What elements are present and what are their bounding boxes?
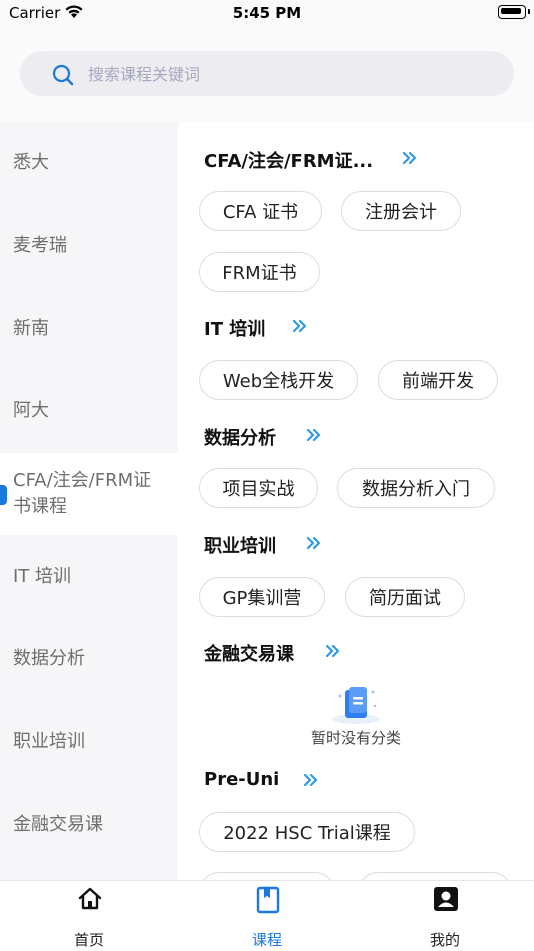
battery-tip [528, 9, 530, 14]
double-chevron-right-icon[interactable] [303, 772, 319, 788]
course-chip[interactable]: CFA 证书 [199, 191, 322, 231]
sidebar-item-adelaide[interactable]: 阿大 [0, 370, 178, 452]
sidebar-item-label: 阿大 [13, 400, 49, 421]
tab-profile[interactable]: 我的 [356, 881, 534, 951]
sidebar-item-finance-trading[interactable]: 金融交易课 [0, 784, 178, 866]
home-icon [78, 887, 102, 910]
sidebar-item-career[interactable]: 职业培训 [0, 701, 178, 783]
course-chip[interactable]: 注册会计 [341, 191, 461, 231]
course-chip-partial[interactable] [199, 872, 335, 880]
course-chip[interactable]: 2022 HSC Trial课程 [199, 812, 415, 852]
category-title[interactable]: 职业培训 [204, 532, 276, 558]
course-chip[interactable]: 数据分析入门 [337, 468, 495, 508]
course-chip[interactable]: 前端开发 [378, 360, 498, 400]
sidebar-item-label: 麦考瑞 [13, 235, 67, 256]
double-chevron-right-icon[interactable] [292, 318, 308, 334]
category-title[interactable]: 数据分析 [204, 424, 276, 450]
course-chip[interactable]: 简历面试 [345, 577, 465, 617]
sidebar-item-cfa[interactable]: CFA/注会/FRM证书课程 [0, 453, 178, 535]
course-chip[interactable]: 项目实战 [199, 468, 318, 508]
course-chip[interactable]: FRM证书 [199, 252, 320, 292]
category-title[interactable]: Pre-Uni [204, 769, 279, 790]
search-box[interactable] [20, 51, 514, 98]
double-chevron-right-icon[interactable] [306, 427, 322, 443]
category-content: CFA/注会/FRM证... CFA 证书 注册会计 FRM证书 IT 培训 W… [178, 122, 534, 880]
tab-courses[interactable]: 课程 [178, 881, 356, 951]
category-sidebar: 悉大 麦考瑞 新南 阿大 CFA/注会/FRM证书课程 IT 培训 数据分析 职… [0, 122, 178, 880]
course-chip-partial[interactable] [358, 872, 512, 880]
category-title[interactable]: CFA/注会/FRM证... [204, 147, 373, 173]
profile-icon [434, 887, 458, 911]
double-chevron-right-icon[interactable] [402, 150, 418, 166]
sidebar-item-usyd[interactable]: 悉大 [0, 122, 178, 204]
double-chevron-right-icon[interactable] [325, 643, 341, 659]
category-title[interactable]: IT 培训 [204, 315, 265, 341]
search-input[interactable] [86, 51, 490, 98]
battery-icon [498, 5, 526, 19]
category-title[interactable]: 金融交易课 [204, 640, 294, 666]
empty-book-icon [332, 687, 380, 724]
search-icon [52, 64, 74, 86]
sidebar-item-label: 悉大 [13, 152, 49, 173]
sidebar-item-data-analysis[interactable]: 数据分析 [0, 618, 178, 700]
tab-label: 课程 [251, 931, 282, 949]
sidebar-item-macquarie[interactable]: 麦考瑞 [0, 205, 178, 287]
active-indicator [0, 485, 7, 505]
sidebar-item-label: 职业培训 [13, 731, 85, 752]
clock: 5:45 PM [232, 4, 302, 22]
book-icon [256, 886, 280, 914]
empty-state-text: 暂时没有分类 [310, 729, 401, 747]
sidebar-item-it[interactable]: IT 培训 [0, 536, 178, 618]
tab-home[interactable]: 首页 [0, 881, 178, 951]
sidebar-item-label: 金融交易课 [13, 814, 103, 835]
sidebar-item-label: 数据分析 [13, 648, 85, 669]
tab-bar: 首页 课程 我的 [0, 880, 534, 951]
double-chevron-right-icon[interactable] [306, 535, 322, 551]
search-area [0, 26, 534, 122]
status-bar: Carrier 5:45 PM [0, 0, 534, 26]
sidebar-item-label: CFA/注会/FRM证书课程 [13, 470, 152, 517]
sidebar-item-label: IT 培训 [13, 566, 72, 587]
course-chip[interactable]: GP集训营 [199, 577, 325, 617]
tab-label: 首页 [73, 931, 104, 949]
tab-label: 我的 [429, 931, 460, 949]
sidebar-item-unsw[interactable]: 新南 [0, 288, 178, 370]
sidebar-item-label: 新南 [13, 318, 49, 339]
course-chip[interactable]: Web全栈开发 [199, 360, 358, 400]
